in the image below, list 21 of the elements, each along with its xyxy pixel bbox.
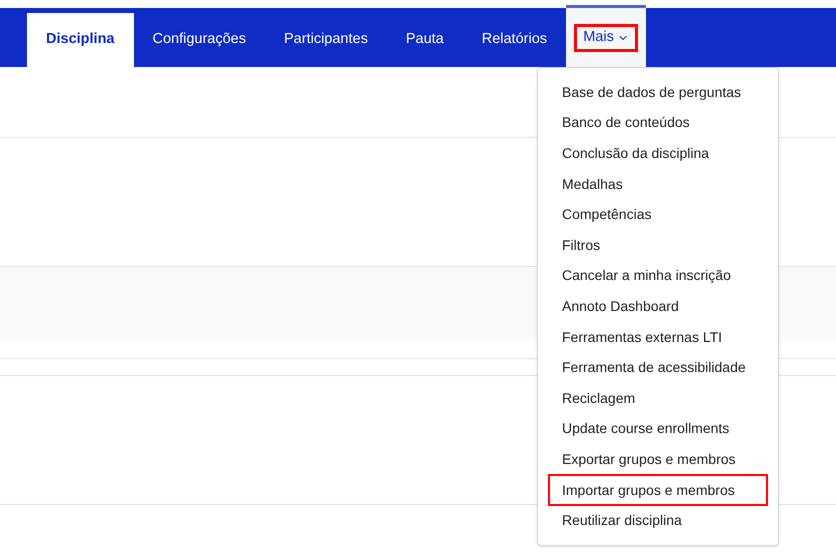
menu-item[interactable]: Reutilizar disciplina: [548, 504, 768, 537]
menu-item[interactable]: Competências: [548, 198, 768, 231]
nav-tab[interactable]: Pauta: [386, 13, 463, 67]
nav-tab[interactable]: Configurações: [134, 13, 265, 67]
menu-item[interactable]: Annoto Dashboard: [548, 290, 768, 322]
more-tab[interactable]: Mais: [574, 24, 638, 52]
menu-item[interactable]: Base de dados de perguntas: [548, 76, 768, 108]
nav-tab[interactable]: Relatórios: [462, 13, 566, 67]
menu-item[interactable]: Banco de conteúdos: [548, 106, 768, 139]
menu-item[interactable]: Importar grupos e membros: [548, 474, 768, 506]
menu-item[interactable]: Ferramentas externas LTI: [548, 321, 768, 354]
menu-item[interactable]: Medalhas: [548, 168, 768, 200]
menu-item[interactable]: Filtros: [548, 229, 768, 262]
nav-tab[interactable]: Participantes: [265, 13, 387, 67]
menu-item[interactable]: Ferramenta de acessibilidade: [548, 352, 768, 384]
menu-item[interactable]: Cancelar a minha inscrição: [548, 260, 768, 292]
menu-item[interactable]: Exportar grupos e membros: [548, 443, 768, 476]
menu-item[interactable]: Conclusão da disciplina: [548, 137, 768, 170]
menu-item[interactable]: Reciclagem: [548, 382, 768, 414]
menu-item[interactable]: Update course enrollments: [548, 412, 768, 445]
nav-tab[interactable]: Disciplina: [27, 13, 134, 67]
